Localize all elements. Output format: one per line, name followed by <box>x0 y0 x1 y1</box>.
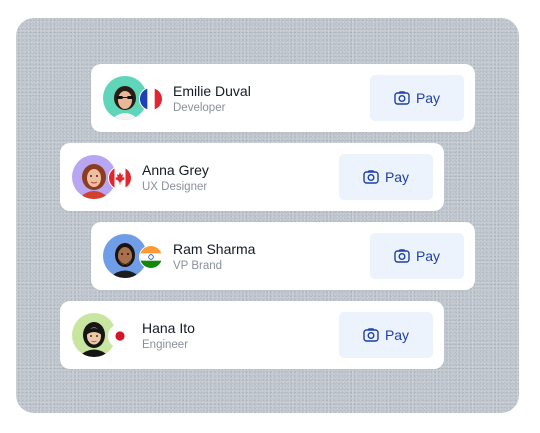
payee-role: Developer <box>173 102 226 114</box>
payee-role: Engineer <box>142 339 189 351</box>
pay-label: Pay <box>384 327 410 343</box>
payee-card: Ram Sharma VP Brand Pay <box>91 222 475 290</box>
india-flag-icon <box>139 245 163 269</box>
pay-button[interactable]: Pay <box>339 312 433 358</box>
camera-icon <box>394 249 410 263</box>
camera-icon <box>363 170 379 184</box>
pay-label: Pay <box>384 169 410 185</box>
payees-panel: Emilie Duval Developer Pay Anna Grey UX … <box>16 18 519 413</box>
payee-role: UX Designer <box>142 181 208 193</box>
france-flag-icon <box>139 87 163 111</box>
payee-name: Anna Grey <box>142 162 209 178</box>
pay-label: Pay <box>415 248 441 264</box>
payee-card: Hana Ito Engineer Pay <box>60 301 444 369</box>
payee-name: Ram Sharma <box>173 241 256 257</box>
canada-flag-icon <box>108 166 132 190</box>
pay-button[interactable]: Pay <box>370 75 464 121</box>
payee-card: Anna Grey UX Designer Pay <box>60 143 444 211</box>
payee-role: VP Brand <box>173 260 223 272</box>
japan-flag-icon <box>108 324 132 348</box>
camera-icon <box>363 328 379 342</box>
pay-button[interactable]: Pay <box>370 233 464 279</box>
payee-name: Emilie Duval <box>173 83 251 99</box>
camera-icon <box>394 91 410 105</box>
payee-card: Emilie Duval Developer Pay <box>91 64 475 132</box>
payee-name: Hana Ito <box>142 320 195 336</box>
pay-label: Pay <box>415 90 441 106</box>
pay-button[interactable]: Pay <box>339 154 433 200</box>
